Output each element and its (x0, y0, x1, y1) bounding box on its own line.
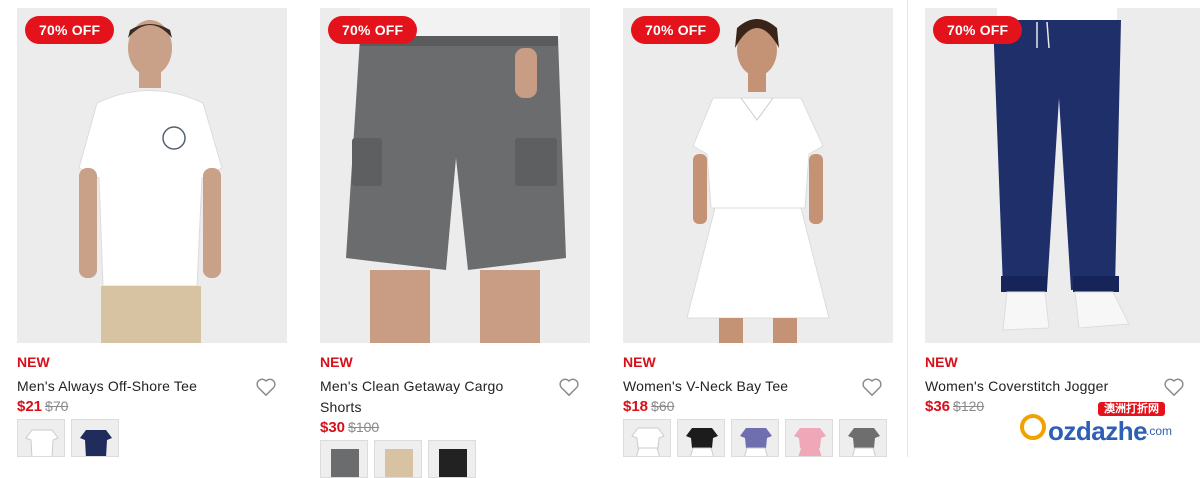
watermark-word: ozdazhe (1048, 416, 1148, 446)
heart-icon[interactable] (861, 377, 883, 397)
column-divider (907, 0, 908, 457)
product-image[interactable]: 70% OFF (925, 8, 1200, 343)
heart-icon[interactable] (558, 377, 580, 397)
sale-price: $36 (925, 398, 951, 415)
swatch-grey-shorts[interactable] (320, 440, 368, 478)
watermark-domain: .com (1146, 424, 1173, 438)
discount-badge: 70% OFF (933, 16, 1023, 44)
product-card[interactable]: 70% OFF NEW Men's Clean Getaway Cargo Sh… (320, 8, 590, 478)
sale-price: $30 (320, 419, 346, 436)
discount-badge: 70% OFF (328, 16, 418, 44)
sale-price: $18 (623, 398, 649, 415)
color-swatches (17, 419, 119, 457)
new-tag: NEW (320, 354, 353, 370)
price: $36 $120 (925, 398, 984, 415)
new-tag: NEW (17, 354, 50, 370)
swatch-black-tee[interactable] (677, 419, 725, 457)
swatch-purple-tee[interactable] (731, 419, 779, 457)
swatch-navy-tee[interactable] (71, 419, 119, 457)
discount-badge: 70% OFF (631, 16, 721, 44)
product-card[interactable]: 70% OFF NEW Men's Always Off-Shore Tee $… (17, 8, 287, 457)
swatch-black-shorts[interactable] (428, 440, 476, 478)
original-price: $120 (953, 398, 985, 414)
product-image[interactable]: 70% OFF (17, 8, 287, 343)
original-price: $60 (651, 398, 675, 414)
original-price: $70 (45, 398, 69, 414)
product-name[interactable]: Men's Clean Getaway Cargo Shorts (320, 376, 540, 418)
price: $18 $60 (623, 398, 674, 415)
swatch-beige-shorts[interactable] (374, 440, 422, 478)
watermark-ring-icon (1020, 414, 1046, 440)
heart-icon[interactable] (255, 377, 277, 397)
product-name[interactable]: Men's Always Off-Shore Tee (17, 376, 237, 397)
watermark-logo: 澳洲打折网 ozdazhe .com (1018, 402, 1198, 452)
sale-price: $21 (17, 398, 43, 415)
color-swatches (623, 419, 887, 457)
new-tag: NEW (925, 354, 958, 370)
product-card[interactable]: 70% OFF NEW Women's Coverstitch Jogger $… (925, 8, 1200, 457)
swatch-white-tee[interactable] (623, 419, 671, 457)
swatch-grey-tee[interactable] (839, 419, 887, 457)
product-image[interactable]: 70% OFF (623, 8, 893, 343)
heart-icon[interactable] (1163, 377, 1185, 397)
swatch-pink-tee[interactable] (785, 419, 833, 457)
price: $21 $70 (17, 398, 68, 415)
product-image[interactable]: 70% OFF (320, 8, 590, 343)
price: $30 $100 (320, 419, 379, 436)
new-tag: NEW (623, 354, 656, 370)
product-card[interactable]: 70% OFF NEW Women's V-Neck Bay Tee $18 $6… (623, 8, 893, 457)
original-price: $100 (348, 419, 380, 435)
product-name[interactable]: Women's Coverstitch Jogger (925, 376, 1145, 397)
swatch-white-tee[interactable] (17, 419, 65, 457)
color-swatches (320, 440, 476, 478)
watermark-chinese: 澳洲打折网 (1098, 402, 1165, 416)
product-grid: 70% OFF NEW Men's Always Off-Shore Tee $… (0, 0, 1203, 478)
discount-badge: 70% OFF (25, 16, 115, 44)
product-name[interactable]: Women's V-Neck Bay Tee (623, 376, 843, 397)
